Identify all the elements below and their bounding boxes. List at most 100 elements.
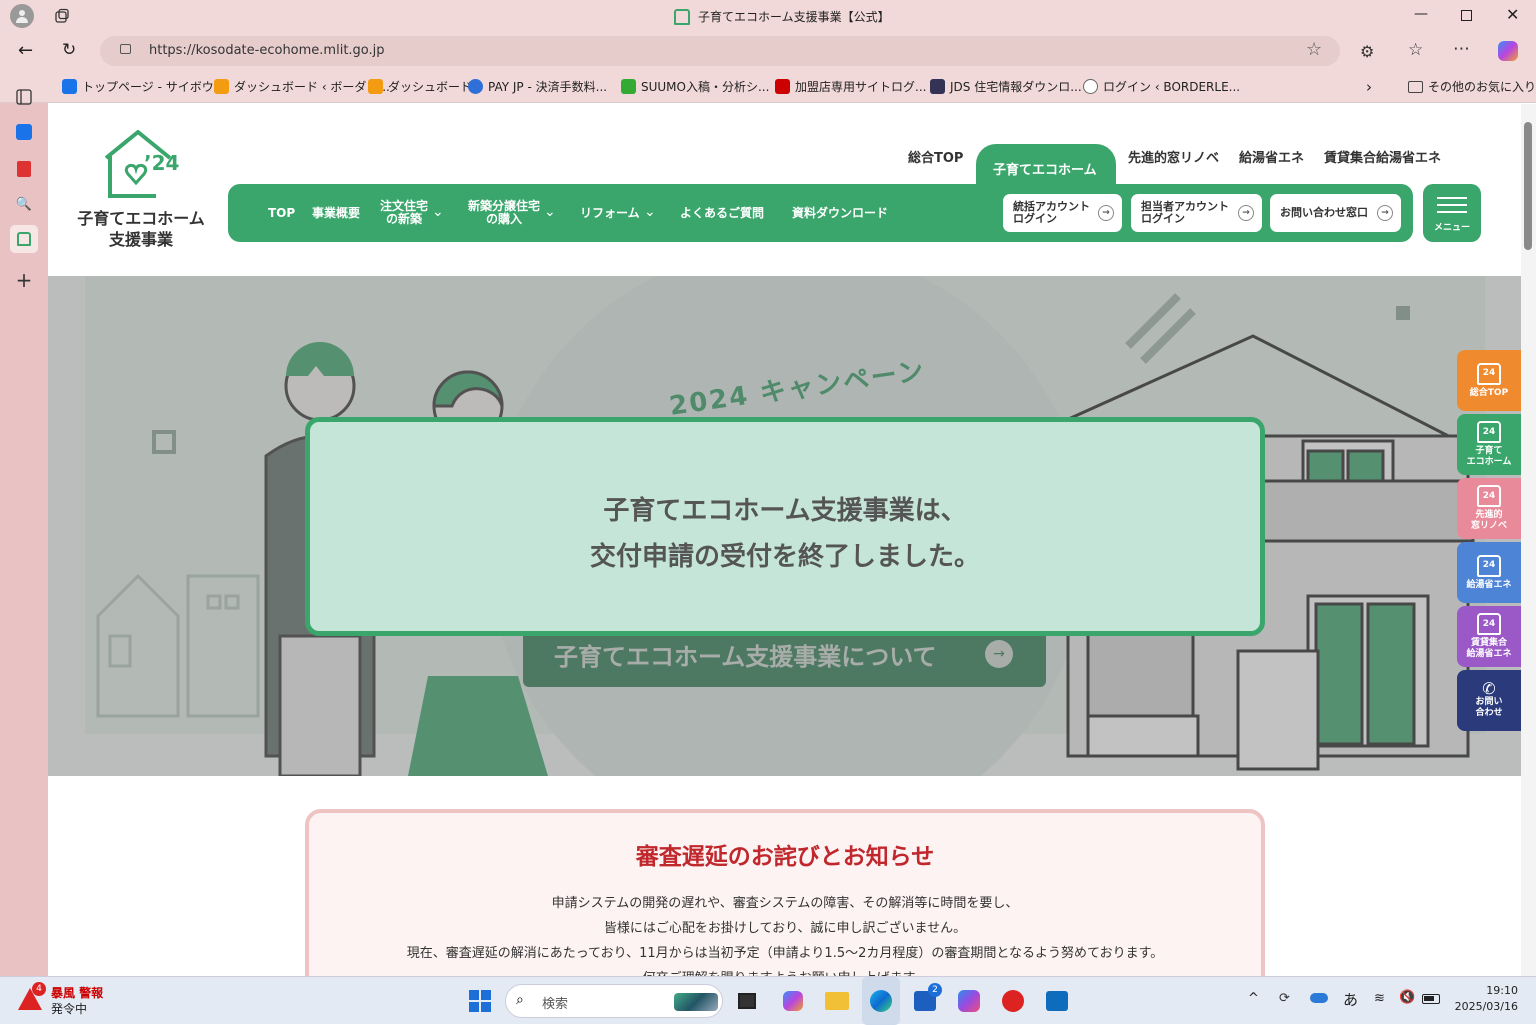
favorite-item[interactable]: ダッシュボード ‹ ボーダレ...	[214, 70, 390, 103]
favorite-item[interactable]: SUUMO入稿・分析シ...	[621, 70, 769, 103]
svg-text:’24: ’24	[144, 151, 179, 175]
logo-house-heart-icon: ’24	[104, 130, 179, 198]
sidebar-ecohome-icon[interactable]	[10, 225, 38, 253]
tab-title[interactable]: 子育てエコホーム支援事業【公式】	[674, 8, 890, 25]
hamburger-icon	[1437, 211, 1467, 213]
sidebar-add-icon[interactable]: +	[10, 266, 38, 294]
sidetab-kosodate[interactable]: 24 子育て エコホーム	[1457, 414, 1521, 475]
favorite-item[interactable]: 加盟店専用サイトログ...	[775, 70, 926, 103]
onedrive-icon[interactable]	[1310, 993, 1328, 1003]
topnav-label: 総合TOP	[908, 150, 964, 166]
ime-indicator[interactable]: あ	[1343, 989, 1358, 1010]
sidebar-search-icon[interactable]: 🔍	[10, 190, 38, 218]
close-window-button[interactable]: ✕	[1506, 5, 1519, 24]
page-scrollbar[interactable]	[1521, 104, 1536, 976]
topnav-total-top[interactable]: 総合TOP	[908, 140, 963, 172]
gnav-label: の新築	[386, 212, 423, 226]
m365-app-icon[interactable]	[950, 977, 988, 1025]
favorite-label: SUUMO入稿・分析シ...	[641, 80, 770, 94]
favorite-item[interactable]: ダッシュボード	[368, 70, 472, 103]
copilot-app-icon[interactable]	[774, 977, 812, 1025]
gnav-reform[interactable]: リフォーム	[580, 207, 640, 220]
gnav-top[interactable]: TOP	[268, 207, 295, 220]
sidebar-outlook-icon[interactable]	[10, 118, 38, 146]
apology-line: 皆様にはご心配をお掛けしており、誠に申し訳ございません。	[603, 921, 967, 936]
house-24-icon: 24	[1477, 362, 1501, 385]
staff-account-login-button[interactable]: 担当者アカウント ログイン →	[1131, 194, 1262, 232]
battery-icon[interactable]	[1422, 994, 1440, 1004]
sidetab-contact[interactable]: ✆ お問い 合わせ	[1457, 670, 1521, 731]
extensions-icon[interactable]: ⚙	[1360, 42, 1374, 61]
menu-button[interactable]: メニュー	[1423, 184, 1481, 242]
gnav-label: の購入	[486, 212, 523, 226]
phone-icon: ✆	[1482, 678, 1496, 698]
favorite-star-icon[interactable]: ☆	[1306, 39, 1322, 60]
chevron-down-icon: ⌄	[544, 204, 556, 220]
site-logo[interactable]: ’24 子育てエコホーム 支援事業	[76, 126, 206, 251]
copilot-icon[interactable]	[1498, 41, 1518, 61]
store-app-icon[interactable]: 2	[906, 977, 944, 1025]
file-explorer-icon[interactable]	[818, 977, 856, 1025]
unified-account-login-button[interactable]: 統括アカウント ログイン →	[1003, 194, 1122, 232]
scrollbar-thumb[interactable]	[1524, 122, 1532, 250]
house-24-icon: 24	[1477, 613, 1501, 635]
favorite-item[interactable]: ログイン ‹ BORDERLE...	[1083, 70, 1240, 103]
topnav-window-renovation[interactable]: 先進的窓リノベ	[1128, 140, 1219, 172]
browser-sidebar: 🔍 +	[0, 89, 48, 976]
sidetab-rental[interactable]: 24 賃貸集合 給湯省エネ	[1457, 606, 1521, 667]
tray-overflow-chevron-icon[interactable]: ^	[1248, 991, 1259, 1006]
sidetab-water-heater[interactable]: 24 給湯省エネ	[1457, 542, 1521, 603]
favorites-overflow-chevron-icon[interactable]: ›	[1366, 70, 1372, 103]
sidebar-tabs-icon[interactable]	[10, 83, 38, 111]
favorites-icon[interactable]: ☆	[1408, 40, 1423, 60]
taskbar-search[interactable]: ⌕ 検索	[505, 984, 723, 1018]
start-button[interactable]	[461, 977, 499, 1025]
notice-line1: 子育てエコホーム支援事業は、	[603, 496, 967, 526]
favorite-item[interactable]: PAY JP - 決済手数料...	[468, 70, 607, 103]
topnav-rental-water-heater[interactable]: 賃貸集合給湯省エネ	[1324, 140, 1441, 172]
side-tabs: 24 総合TOP 24 子育て エコホーム 24 先進的 窓リノベ 24 給湯省エネ 24 賃…	[1457, 350, 1521, 736]
tray-sync-icon[interactable]: ⟳	[1279, 991, 1290, 1006]
profile-icon[interactable]	[10, 4, 34, 28]
sidetab-label: 先進的	[1475, 510, 1503, 520]
wifi-icon[interactable]: ≋	[1374, 991, 1385, 1006]
topnav-water-heater[interactable]: 給湯省エネ	[1239, 140, 1304, 172]
tab-actions-icon[interactable]	[52, 6, 72, 26]
favorite-item[interactable]: トップページ - サイボウ...	[62, 70, 225, 103]
volume-muted-icon[interactable]: 🔇	[1399, 990, 1415, 1005]
back-button[interactable]: ←	[18, 40, 33, 61]
sidetab-label: 総合TOP	[1469, 387, 1509, 398]
task-view-icon[interactable]	[728, 977, 766, 1025]
contact-button[interactable]: お問い合わせ窓口 →	[1270, 194, 1401, 232]
folder-icon	[1408, 80, 1423, 93]
apology-title: 審査遅延のお詫びとお知らせ	[635, 844, 935, 870]
apology-line: 現在、審査遅延の解消にあたっており、11月からは当初予定（申請より1.5〜2カ月…	[406, 946, 1164, 961]
outlook-app-icon[interactable]	[1038, 977, 1076, 1025]
security-app-icon[interactable]	[994, 977, 1032, 1025]
address-bar[interactable]: https://kosodate-ecohome.mlit.go.jp ☆	[100, 36, 1340, 66]
gnav-buy-house[interactable]: 新築分譲住宅 の購入	[468, 200, 540, 226]
gnav-label: 資料ダウンロード	[792, 206, 889, 220]
sidetab-window[interactable]: 24 先進的 窓リノベ	[1457, 478, 1521, 539]
house-24-icon: 24	[1477, 554, 1501, 577]
topnav-active-tab[interactable]: 子育てエコホーム	[976, 144, 1116, 186]
minimize-button[interactable]: —	[1414, 6, 1428, 22]
gnav-faq[interactable]: よくあるご質問	[680, 207, 764, 220]
gnav-download[interactable]: 資料ダウンロード	[792, 207, 888, 220]
clock[interactable]: 19:10 2025/03/16	[1448, 983, 1518, 1015]
menu-label: メニュー	[1433, 223, 1470, 233]
gnav-overview[interactable]: 事業概要	[312, 207, 360, 220]
logo-line1: 子育てエコホーム	[77, 209, 205, 228]
sidebar-pdf-icon[interactable]	[10, 155, 38, 183]
other-favorites[interactable]: その他のお気に入り	[1408, 70, 1536, 103]
refresh-button[interactable]: ↻	[62, 40, 76, 60]
maximize-button[interactable]	[1461, 10, 1472, 21]
more-icon[interactable]: ⋯	[1453, 39, 1470, 59]
gnav-label: 事業概要	[312, 206, 361, 220]
favorite-item[interactable]: JDS 住宅情報ダウンロ...	[930, 70, 1082, 103]
weather-widget[interactable]: 4 暴風 警報 発令中	[18, 982, 118, 1020]
gnav-order-house[interactable]: 注文住宅 の新築	[380, 200, 428, 226]
favorite-label: PAY JP - 決済手数料...	[488, 80, 608, 94]
edge-app-icon[interactable]	[862, 977, 900, 1025]
sidetab-total-top[interactable]: 24 総合TOP	[1457, 350, 1521, 411]
